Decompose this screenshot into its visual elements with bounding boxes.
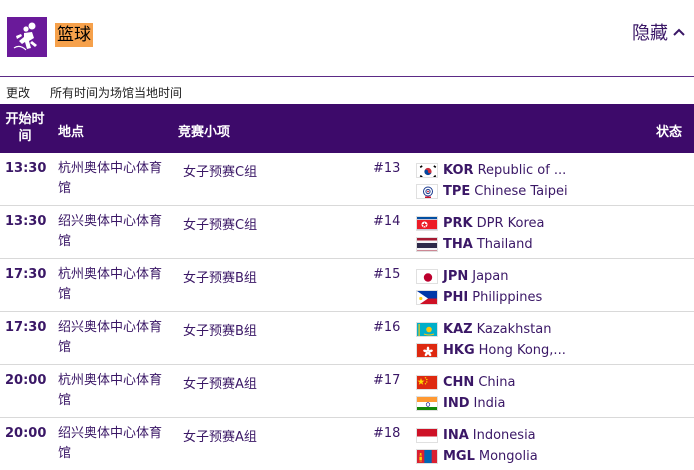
venue: 杭州奥体中心体育馆 <box>58 267 163 302</box>
team-code: CHN <box>443 374 475 390</box>
update-link[interactable]: 更改 <box>6 84 30 101</box>
team-entry[interactable]: KOR Republic of ... <box>416 160 566 180</box>
team-name: Mongolia <box>478 448 538 464</box>
flag-chn-icon <box>416 374 438 390</box>
start-time: 17:30 <box>5 267 47 282</box>
table-row[interactable]: 17:30 杭州奥体中心体育馆 女子预赛B组 #15 JPN Japan PHI… <box>0 259 694 312</box>
team-name: DPR Korea <box>476 215 545 231</box>
flag-tha-icon <box>416 236 438 252</box>
match-number: #15 <box>373 267 401 282</box>
team-entry[interactable]: PHI Philippines <box>416 287 542 307</box>
start-time: 17:30 <box>5 320 47 335</box>
start-time: 20:00 <box>5 373 47 388</box>
match-number: #13 <box>373 161 401 176</box>
team-entry[interactable]: INA Indonesia <box>416 425 536 445</box>
team-entry[interactable]: HKG Hong Kong,... <box>416 340 566 360</box>
venue: 绍兴奥体中心体育馆 <box>58 214 163 249</box>
header-event: 竞赛小项 <box>178 125 231 140</box>
flag-kor-icon <box>416 162 438 178</box>
venue: 杭州奥体中心体育馆 <box>58 373 163 408</box>
header-time: 开始时间 <box>5 112 45 144</box>
event-name: 女子预赛C组 <box>183 165 258 180</box>
venue: 杭州奥体中心体育馆 <box>58 161 163 196</box>
schedule-table-body: 13:30 杭州奥体中心体育馆 女子预赛C组 #13 KOR Republic … <box>0 153 694 470</box>
team-name: Japan <box>472 268 509 284</box>
team-name: Hong Kong,... <box>478 342 566 358</box>
team-name: Thailand <box>476 236 533 252</box>
flag-hkg-icon <box>416 342 438 358</box>
start-time: 13:30 <box>5 214 47 229</box>
table-header: 开始时间 地点 竞赛小项 状态 <box>0 104 694 153</box>
team-code: MGL <box>443 448 475 464</box>
team-entry[interactable]: IND India <box>416 393 505 413</box>
venue: 绍兴奥体中心体育馆 <box>58 426 163 461</box>
sport-title: 篮球 <box>55 23 93 47</box>
team-code: JPN <box>443 268 469 284</box>
team-code: PHI <box>443 289 469 305</box>
team-name: Philippines <box>472 289 543 305</box>
event-name: 女子预赛A组 <box>183 377 257 392</box>
team-code: HKG <box>443 342 475 358</box>
match-number: #16 <box>373 320 401 335</box>
team-entry[interactable]: TPE Chinese Taipei <box>416 181 568 201</box>
start-time: 20:00 <box>5 426 47 441</box>
team-code: INA <box>443 427 469 443</box>
team-entry[interactable]: KAZ Kazakhstan <box>416 319 551 339</box>
flag-kaz-icon <box>416 321 438 337</box>
team-name: Republic of ... <box>477 162 567 178</box>
team-code: TPE <box>443 183 471 199</box>
table-row[interactable]: 13:30 绍兴奥体中心体育馆 女子预赛C组 #14 PRK DPR Korea… <box>0 206 694 259</box>
basketball-pictogram-icon <box>7 17 47 57</box>
team-name: Indonesia <box>472 427 536 443</box>
header-venue: 地点 <box>58 125 85 140</box>
team-code: THA <box>443 236 473 252</box>
team-name: Kazakhstan <box>476 321 552 337</box>
team-name: India <box>473 395 506 411</box>
schedule-subbar: 更改 所有时间为场馆当地时间 <box>0 84 694 102</box>
team-entry[interactable]: THA Thailand <box>416 234 533 254</box>
table-row[interactable]: 13:30 杭州奥体中心体育馆 女子预赛C组 #13 KOR Republic … <box>0 153 694 206</box>
team-entry[interactable]: MGL Mongolia <box>416 446 538 466</box>
team-name: Chinese Taipei <box>474 183 568 199</box>
event-name: 女子预赛B组 <box>183 324 257 339</box>
table-row[interactable]: 20:00 杭州奥体中心体育馆 女子预赛A组 #17 CHN China IND… <box>0 365 694 418</box>
team-code: IND <box>443 395 470 411</box>
hide-label: 隐藏 <box>632 23 668 44</box>
flag-mgl-icon <box>416 448 438 464</box>
sport-header: 篮球 隐藏 <box>0 0 694 77</box>
match-number: #17 <box>373 373 401 388</box>
team-entry[interactable]: CHN China <box>416 372 515 392</box>
header-status: 状态 <box>655 125 682 140</box>
flag-tpe-icon <box>416 183 438 199</box>
flag-jpn-icon <box>416 268 438 284</box>
venue: 绍兴奥体中心体育馆 <box>58 320 163 355</box>
team-code: PRK <box>443 215 473 231</box>
hide-toggle-button[interactable]: 隐藏 <box>632 19 686 45</box>
team-entry[interactable]: JPN Japan <box>416 266 509 286</box>
table-row[interactable]: 20:00 绍兴奥体中心体育馆 女子预赛A组 #18 INA Indonesia… <box>0 418 694 470</box>
event-name: 女子预赛C组 <box>183 218 258 233</box>
event-name: 女子预赛A组 <box>183 430 257 445</box>
match-number: #14 <box>373 214 401 229</box>
flag-ina-icon <box>416 427 438 443</box>
team-name: China <box>478 374 516 390</box>
flag-prk-icon <box>416 215 438 231</box>
team-code: KOR <box>443 162 474 178</box>
team-code: KAZ <box>443 321 473 337</box>
timezone-note: 所有时间为场馆当地时间 <box>50 86 183 100</box>
chevron-up-icon <box>673 28 685 36</box>
start-time: 13:30 <box>5 161 47 176</box>
event-name: 女子预赛B组 <box>183 271 257 286</box>
team-entry[interactable]: PRK DPR Korea <box>416 213 545 233</box>
flag-phi-icon <box>416 289 438 305</box>
match-number: #18 <box>373 426 401 441</box>
flag-ind-icon <box>416 395 438 411</box>
table-row[interactable]: 17:30 绍兴奥体中心体育馆 女子预赛B组 #16 KAZ Kazakhsta… <box>0 312 694 365</box>
